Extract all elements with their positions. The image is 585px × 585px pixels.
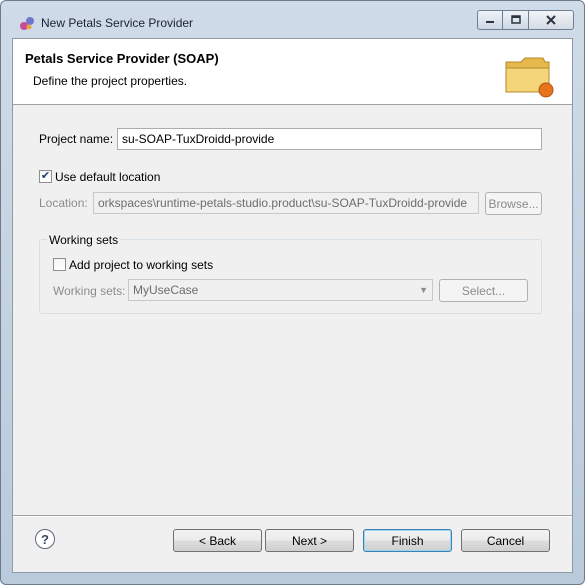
finish-button[interactable]: Finish <box>363 529 452 552</box>
working-sets-combo-value: MyUseCase <box>133 283 199 297</box>
title-bar[interactable]: New Petals Service Provider <box>1 1 584 37</box>
petals-app-icon <box>20 17 34 30</box>
add-to-working-sets-label: Add project to working sets <box>69 258 214 272</box>
working-sets-group <box>39 239 542 314</box>
select-working-sets-button[interactable]: Select... <box>439 279 528 302</box>
banner-title: Petals Service Provider (SOAP) <box>25 51 219 66</box>
folder-icon <box>505 57 554 98</box>
location-label: Location: <box>39 196 88 210</box>
browse-button[interactable]: Browse... <box>485 192 542 215</box>
project-name-input[interactable]: su-SOAP-TuxDroidd-provide <box>117 128 542 150</box>
chevron-down-icon: ▼ <box>419 285 428 295</box>
help-icon[interactable]: ? <box>35 529 55 549</box>
minimize-button[interactable] <box>477 10 503 30</box>
maximize-button[interactable] <box>503 10 529 30</box>
window-controls <box>477 10 574 30</box>
maximize-icon <box>510 15 521 24</box>
cancel-button[interactable]: Cancel <box>461 529 550 552</box>
wizard-banner: Petals Service Provider (SOAP) Define th… <box>13 39 572 105</box>
close-icon <box>546 15 556 25</box>
minimize-icon <box>486 21 494 23</box>
dialog-client-area: Petals Service Provider (SOAP) Define th… <box>12 38 573 573</box>
add-to-working-sets-checkbox[interactable] <box>53 258 66 271</box>
window-title: New Petals Service Provider <box>41 16 194 30</box>
project-name-label: Project name: <box>39 132 114 146</box>
next-button[interactable]: Next > <box>265 529 354 552</box>
footer-separator <box>13 515 572 517</box>
banner-description: Define the project properties. <box>33 74 188 88</box>
back-button[interactable]: < Back <box>173 529 262 552</box>
checkmark-icon: ✔ <box>40 170 51 182</box>
working-sets-group-label: Working sets <box>47 233 121 247</box>
location-input[interactable]: orkspaces\runtime-petals-studio.product\… <box>93 192 479 214</box>
close-button[interactable] <box>529 10 574 30</box>
use-default-location-checkbox[interactable]: ✔ <box>39 170 52 183</box>
dialog-window: New Petals Service Provider Petals Servi… <box>0 0 585 585</box>
working-sets-combo[interactable]: MyUseCase ▼ <box>128 279 433 301</box>
use-default-location-label: Use default location <box>55 170 161 184</box>
working-sets-label: Working sets: <box>53 284 126 298</box>
